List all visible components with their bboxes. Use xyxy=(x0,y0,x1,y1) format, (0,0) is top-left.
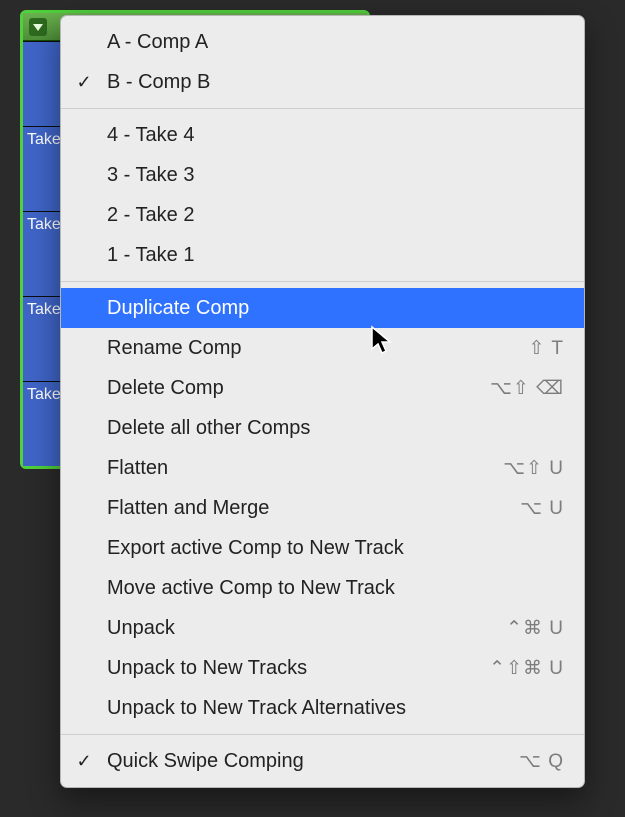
menu-item-shortcut: ⌥ Q xyxy=(519,750,564,773)
menu-item-label: 3 - Take 3 xyxy=(107,164,564,187)
menu-item-unpack-to-new-tracks[interactable]: Unpack to New Tracks⌃⇧⌘ U xyxy=(61,648,584,688)
menu-item-unpack[interactable]: Unpack⌃⌘ U xyxy=(61,608,584,648)
menu-item-move-active-comp-to-new-track[interactable]: Move active Comp to New Track xyxy=(61,568,584,608)
menu-separator xyxy=(61,281,584,282)
menu-item-label: A - Comp A xyxy=(107,31,564,54)
menu-item-b-comp-b[interactable]: ✓B - Comp B xyxy=(61,62,584,102)
menu-item-2-take-2[interactable]: 2 - Take 2 xyxy=(61,195,584,235)
menu-item-label: B - Comp B xyxy=(107,71,564,94)
menu-item-rename-comp[interactable]: Rename Comp⇧ T xyxy=(61,328,584,368)
menu-item-delete-all-other-comps[interactable]: Delete all other Comps xyxy=(61,408,584,448)
menu-item-delete-comp[interactable]: Delete Comp⌥⇧ ⌫ xyxy=(61,368,584,408)
menu-item-label: Delete all other Comps xyxy=(107,417,564,440)
menu-item-label: Export active Comp to New Track xyxy=(107,537,564,560)
menu-item-shortcut: ⇧ T xyxy=(529,337,564,360)
menu-item-1-take-1[interactable]: 1 - Take 1 xyxy=(61,235,584,275)
menu-item-duplicate-comp[interactable]: Duplicate Comp xyxy=(61,288,584,328)
menu-item-label: Quick Swipe Comping xyxy=(107,750,519,773)
menu-item-shortcut: ⌃⇧⌘ U xyxy=(489,657,564,680)
menu-item-label: 4 - Take 4 xyxy=(107,124,564,147)
menu-item-a-comp-a[interactable]: A - Comp A xyxy=(61,22,584,62)
checkmark-icon: ✓ xyxy=(61,751,107,772)
menu-item-shortcut: ⌥⇧ U xyxy=(503,457,564,480)
menu-item-4-take-4[interactable]: 4 - Take 4 xyxy=(61,115,584,155)
menu-item-label: 1 - Take 1 xyxy=(107,244,564,267)
menu-item-flatten-and-merge[interactable]: Flatten and Merge⌥ U xyxy=(61,488,584,528)
comp-context-menu: A - Comp A✓B - Comp B 4 - Take 43 - Take… xyxy=(60,15,585,788)
checkmark-icon: ✓ xyxy=(61,72,107,93)
menu-item-3-take-3[interactable]: 3 - Take 3 xyxy=(61,155,584,195)
menu-item-unpack-to-new-track-alternatives[interactable]: Unpack to New Track Alternatives xyxy=(61,688,584,728)
menu-item-label: Unpack to New Tracks xyxy=(107,657,489,680)
menu-item-label: Flatten xyxy=(107,457,503,480)
menu-separator xyxy=(61,108,584,109)
menu-item-flatten[interactable]: Flatten⌥⇧ U xyxy=(61,448,584,488)
menu-item-label: 2 - Take 2 xyxy=(107,204,564,227)
disclosure-triangle-icon[interactable] xyxy=(29,18,47,36)
menu-item-export-active-comp-to-new-track[interactable]: Export active Comp to New Track xyxy=(61,528,584,568)
menu-item-shortcut: ⌃⌘ U xyxy=(506,617,564,640)
menu-separator xyxy=(61,734,584,735)
menu-item-quick-swipe-comping[interactable]: ✓Quick Swipe Comping⌥ Q xyxy=(61,741,584,781)
menu-item-label: Flatten and Merge xyxy=(107,497,520,520)
menu-item-label: Move active Comp to New Track xyxy=(107,577,564,600)
menu-item-label: Unpack to New Track Alternatives xyxy=(107,697,564,720)
menu-item-label: Unpack xyxy=(107,617,506,640)
menu-item-shortcut: ⌥ U xyxy=(520,497,564,520)
menu-item-shortcut: ⌥⇧ ⌫ xyxy=(490,377,564,400)
menu-item-label: Rename Comp xyxy=(107,337,529,360)
menu-item-label: Delete Comp xyxy=(107,377,490,400)
menu-item-label: Duplicate Comp xyxy=(107,297,564,320)
